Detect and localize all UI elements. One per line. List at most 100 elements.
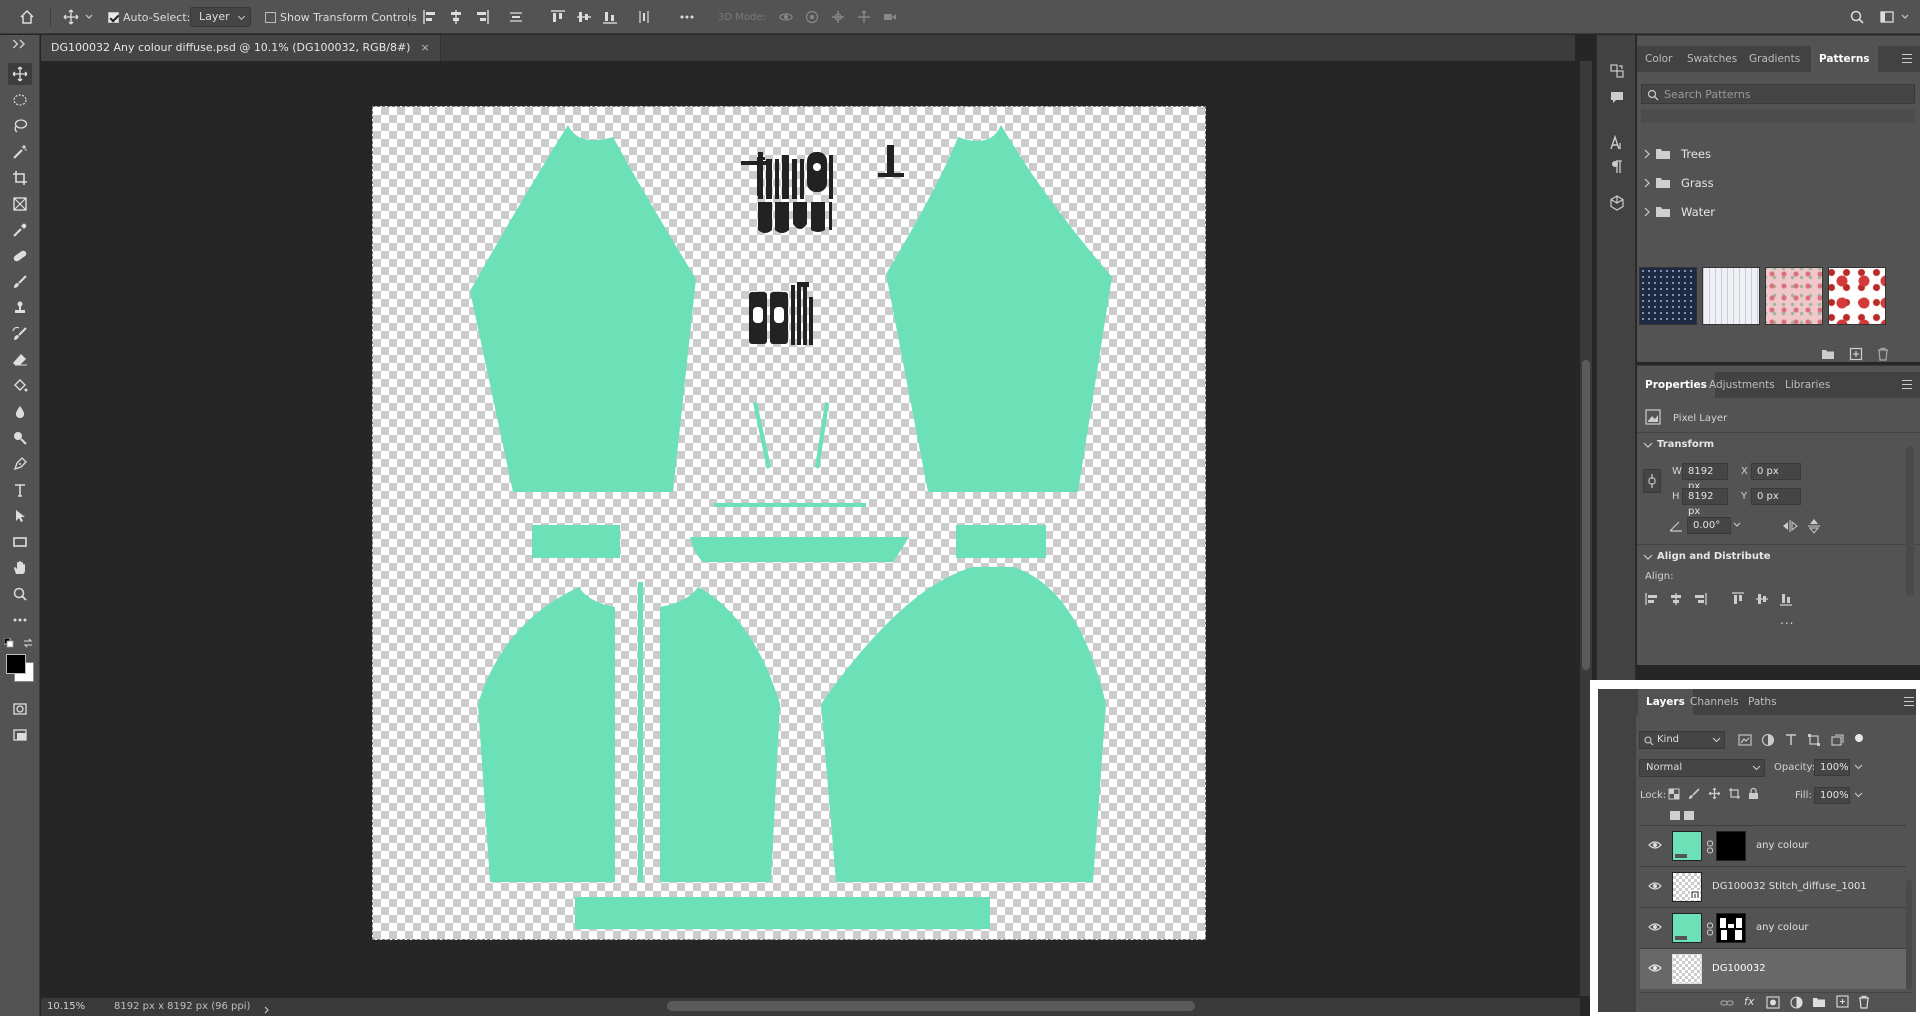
character-icon[interactable] [1607, 133, 1627, 153]
eyedropper-tool-icon[interactable] [8, 219, 32, 241]
pattern-swatch-red-roses[interactable] [1828, 267, 1886, 325]
align-top-icon[interactable] [1731, 592, 1745, 606]
pattern-group-trees[interactable]: Trees [1637, 143, 1920, 165]
status-chevron-icon[interactable] [263, 1003, 271, 1016]
type-tool-icon[interactable] [8, 479, 32, 501]
blend-mode-dropdown[interactable]: Normal [1639, 759, 1765, 777]
lock-all-icon[interactable] [1748, 787, 1759, 800]
home-icon[interactable] [16, 8, 38, 26]
layer-thumbnail[interactable] [1672, 872, 1702, 902]
layer-thumbnail[interactable] [1672, 913, 1702, 943]
crop-tool-icon[interactable] [8, 167, 32, 189]
tab-patterns[interactable]: Patterns [1811, 46, 1878, 72]
screen-mode-icon[interactable] [8, 724, 32, 746]
pattern-swatch-pink-floral[interactable] [1765, 267, 1823, 325]
layer-name[interactable]: any colour [1756, 840, 1809, 851]
pattern-preview-slider[interactable] [1641, 109, 1915, 123]
align-section-title[interactable]: Align and Distribute [1657, 551, 1771, 562]
layer-row-selected[interactable]: DG100032 [1640, 948, 1906, 989]
elliptical-marquee-tool-icon[interactable] [8, 89, 32, 111]
more-align-options[interactable]: ... [1780, 613, 1794, 627]
filter-shape-icon[interactable] [1807, 733, 1821, 747]
angle-field[interactable]: 0.00° [1687, 517, 1731, 534]
eraser-tool-icon[interactable] [8, 349, 32, 371]
pattern-swatch-navy-dots[interactable] [1639, 267, 1697, 325]
new-group-icon[interactable] [1812, 996, 1826, 1008]
comments-icon[interactable] [1607, 87, 1627, 107]
lasso-tool-icon[interactable] [8, 115, 32, 137]
align-horizontal-centers-icon[interactable] [446, 8, 466, 26]
default-colors-icon[interactable] [3, 637, 14, 648]
layer-name[interactable]: DG100032 [1712, 963, 1766, 974]
paint-bucket-tool-icon[interactable] [8, 375, 32, 397]
transform-section-title[interactable]: Transform [1657, 439, 1714, 450]
filter-pixel-icon[interactable] [1738, 733, 1752, 747]
opacity-field[interactable]: 100% [1814, 759, 1850, 776]
status-doc-info[interactable]: 8192 px x 8192 px (96 ppi) [114, 998, 250, 1016]
frame-tool-icon[interactable] [8, 193, 32, 215]
brush-tool-icon[interactable] [8, 271, 32, 293]
fill-chevron-icon[interactable] [1854, 791, 1863, 799]
filter-smart-object-icon[interactable] [1830, 733, 1844, 747]
tab-properties[interactable]: Properties [1637, 372, 1715, 398]
lock-position-icon[interactable] [1708, 787, 1721, 800]
layer-filter-kind-dropdown[interactable]: Kind [1639, 731, 1725, 749]
filter-toggle-icon[interactable] [1852, 731, 1866, 745]
blur-tool-icon[interactable] [8, 401, 32, 423]
distribute-vertical-icon[interactable] [506, 8, 526, 26]
path-selection-tool-icon[interactable] [8, 505, 32, 527]
close-document-icon[interactable]: × [420, 41, 429, 54]
flip-vertical-icon[interactable] [1807, 518, 1821, 534]
fill-field[interactable]: 100% [1814, 787, 1850, 804]
healing-brush-tool-icon[interactable] [8, 245, 32, 267]
lock-image-pixels-icon[interactable] [1688, 788, 1700, 800]
tab-paths[interactable]: Paths [1748, 689, 1777, 715]
panel-menu-icon[interactable] [1902, 54, 1912, 63]
tab-color[interactable]: Color [1645, 46, 1672, 72]
visibility-eye-icon[interactable] [1648, 963, 1662, 973]
visibility-eye-icon[interactable] [1648, 840, 1662, 850]
layer-thumbnail[interactable] [1672, 831, 1702, 861]
align-bottom-edges-icon[interactable] [600, 8, 620, 26]
visibility-eye-icon[interactable] [1648, 922, 1662, 932]
pattern-group-grass[interactable]: Grass [1637, 172, 1920, 194]
layer-name[interactable]: DG100032 Stitch_diffuse_1001 [1712, 881, 1867, 892]
layer-mask-thumbnail[interactable] [1716, 831, 1746, 861]
pattern-search-input[interactable]: Search Patterns [1641, 84, 1915, 104]
height-field[interactable]: 8192 px [1682, 488, 1728, 517]
delete-layer-icon[interactable] [1858, 995, 1870, 1009]
distribute-horizontal-icon[interactable] [634, 8, 654, 26]
layer-name[interactable]: any colour [1756, 922, 1809, 933]
workspace-icon[interactable] [1876, 8, 1898, 26]
lock-transparent-pixels-icon[interactable] [1668, 788, 1680, 800]
flip-horizontal-icon[interactable] [1782, 519, 1798, 533]
tool-preset-chevron-icon[interactable] [84, 8, 94, 26]
layer-thumbnail[interactable] [1672, 954, 1702, 984]
vertical-scrollbar-thumb[interactable] [1582, 360, 1590, 670]
paragraph-icon[interactable] [1607, 157, 1627, 177]
trash-icon[interactable] [1877, 347, 1889, 361]
angle-dropdown-chevron-icon[interactable] [1732, 520, 1742, 530]
pattern-swatch-white-stripes[interactable] [1702, 267, 1760, 325]
layer-mask-thumbnail[interactable] [1716, 913, 1746, 943]
horizontal-scrollbar-thumb[interactable] [667, 1001, 1195, 1011]
search-icon[interactable] [1846, 8, 1868, 26]
visibility-eye-icon[interactable] [1648, 881, 1662, 891]
move-tool-icon[interactable] [60, 8, 82, 26]
opacity-chevron-icon[interactable] [1854, 763, 1863, 771]
show-transform-controls-checkbox[interactable]: Show Transform Controls [265, 8, 417, 26]
auto-select-target-dropdown[interactable]: Layer [190, 7, 251, 27]
add-mask-icon[interactable] [1766, 996, 1780, 1009]
history-icon[interactable] [1607, 61, 1627, 81]
workspace-chevron-icon[interactable] [1900, 8, 1910, 26]
link-dimensions-icon[interactable] [1643, 469, 1661, 493]
mask-link-icon[interactable] [1706, 840, 1714, 854]
chevron-down-icon[interactable] [1643, 553, 1653, 561]
move-tool-icon[interactable] [8, 63, 32, 85]
align-left-icon[interactable] [1645, 592, 1659, 606]
panel-menu-icon[interactable] [1904, 697, 1914, 706]
history-brush-tool-icon[interactable] [8, 323, 32, 345]
align-bottom-icon[interactable] [1779, 592, 1793, 606]
layer-row[interactable]: any colour [1640, 907, 1906, 948]
pattern-group-water[interactable]: Water [1637, 201, 1920, 223]
